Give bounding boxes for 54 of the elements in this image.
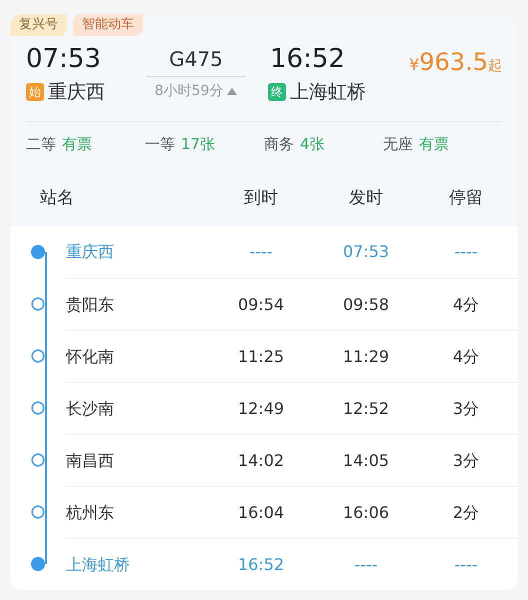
stay-cell-text: 2分 [452, 502, 480, 524]
seat-class: 一等 [145, 134, 175, 155]
start-badge: 始 [26, 83, 44, 102]
arrival-cell-text: 09:54 [236, 294, 286, 316]
arrival-time: 16:52 [269, 43, 346, 76]
column-header: 站名 [39, 186, 75, 210]
train-number: G475 [146, 42, 246, 77]
currency-symbol: ¥ [409, 54, 420, 76]
stay-cell-text: 4分 [452, 346, 480, 368]
stay-cell-text: 3分 [452, 450, 480, 472]
station-name: 长沙南 [66, 398, 115, 420]
station-name: 贵阳东 [66, 294, 115, 316]
seat-class: 无座 [383, 134, 413, 155]
price-suffix: 起 [488, 57, 502, 76]
price: 963.5 [419, 47, 488, 78]
stay-cell-text: 4分 [452, 294, 480, 316]
stay-cell-text: ---- [453, 554, 479, 576]
departure-cell-text: ---- [353, 554, 379, 576]
duration: 8小时59分 [154, 82, 224, 101]
station-name: 杭州东 [66, 502, 115, 524]
arrival-cell-text: 14:02 [236, 450, 286, 472]
departure-cell-text: 16:06 [342, 502, 390, 524]
arrival-cell-text: 11:25 [236, 346, 286, 368]
seat-availability: 17张 [181, 134, 216, 155]
caret-up-icon[interactable] [227, 88, 238, 95]
seat-availability: 有票 [62, 134, 92, 155]
station-name: 重庆西 [66, 241, 115, 263]
departure-time: 07:53 [26, 43, 102, 76]
departure-cell-text: 09:58 [342, 294, 390, 316]
departure-cell-text: 12:52 [342, 398, 390, 420]
departure-station: 重庆西 [48, 80, 105, 105]
arrival-cell-text: 16:52 [236, 554, 286, 576]
departure-cell-text: 11:29 [342, 346, 390, 368]
end-badge: 终 [268, 83, 286, 102]
arrival-station: 上海虹桥 [290, 80, 366, 105]
arrival-cell-text: 12:49 [236, 398, 286, 420]
seat-availability: 有票 [419, 134, 449, 155]
seat-class: 商务 [264, 134, 294, 155]
column-header: 停留 [448, 186, 484, 210]
departure-cell-text: 07:53 [342, 241, 390, 263]
seat-availability: 4张 [300, 134, 325, 155]
arrival-cell-text: ---- [248, 241, 274, 263]
station-name: 上海虹桥 [66, 554, 131, 576]
stay-cell-text: 3分 [452, 398, 480, 420]
departure-cell-text: 14:05 [342, 450, 390, 472]
stay-cell-text: ---- [453, 241, 479, 263]
seat-class: 二等 [26, 134, 56, 155]
arrival-cell-text: 16:04 [236, 502, 286, 524]
column-header: 发时 [348, 186, 384, 210]
train-tag: 智能动车 [73, 14, 143, 36]
station-name: 南昌西 [66, 450, 115, 472]
train-tag: 复兴号 [10, 14, 67, 36]
column-header: 到时 [243, 186, 279, 210]
station-name: 怀化南 [66, 346, 115, 368]
